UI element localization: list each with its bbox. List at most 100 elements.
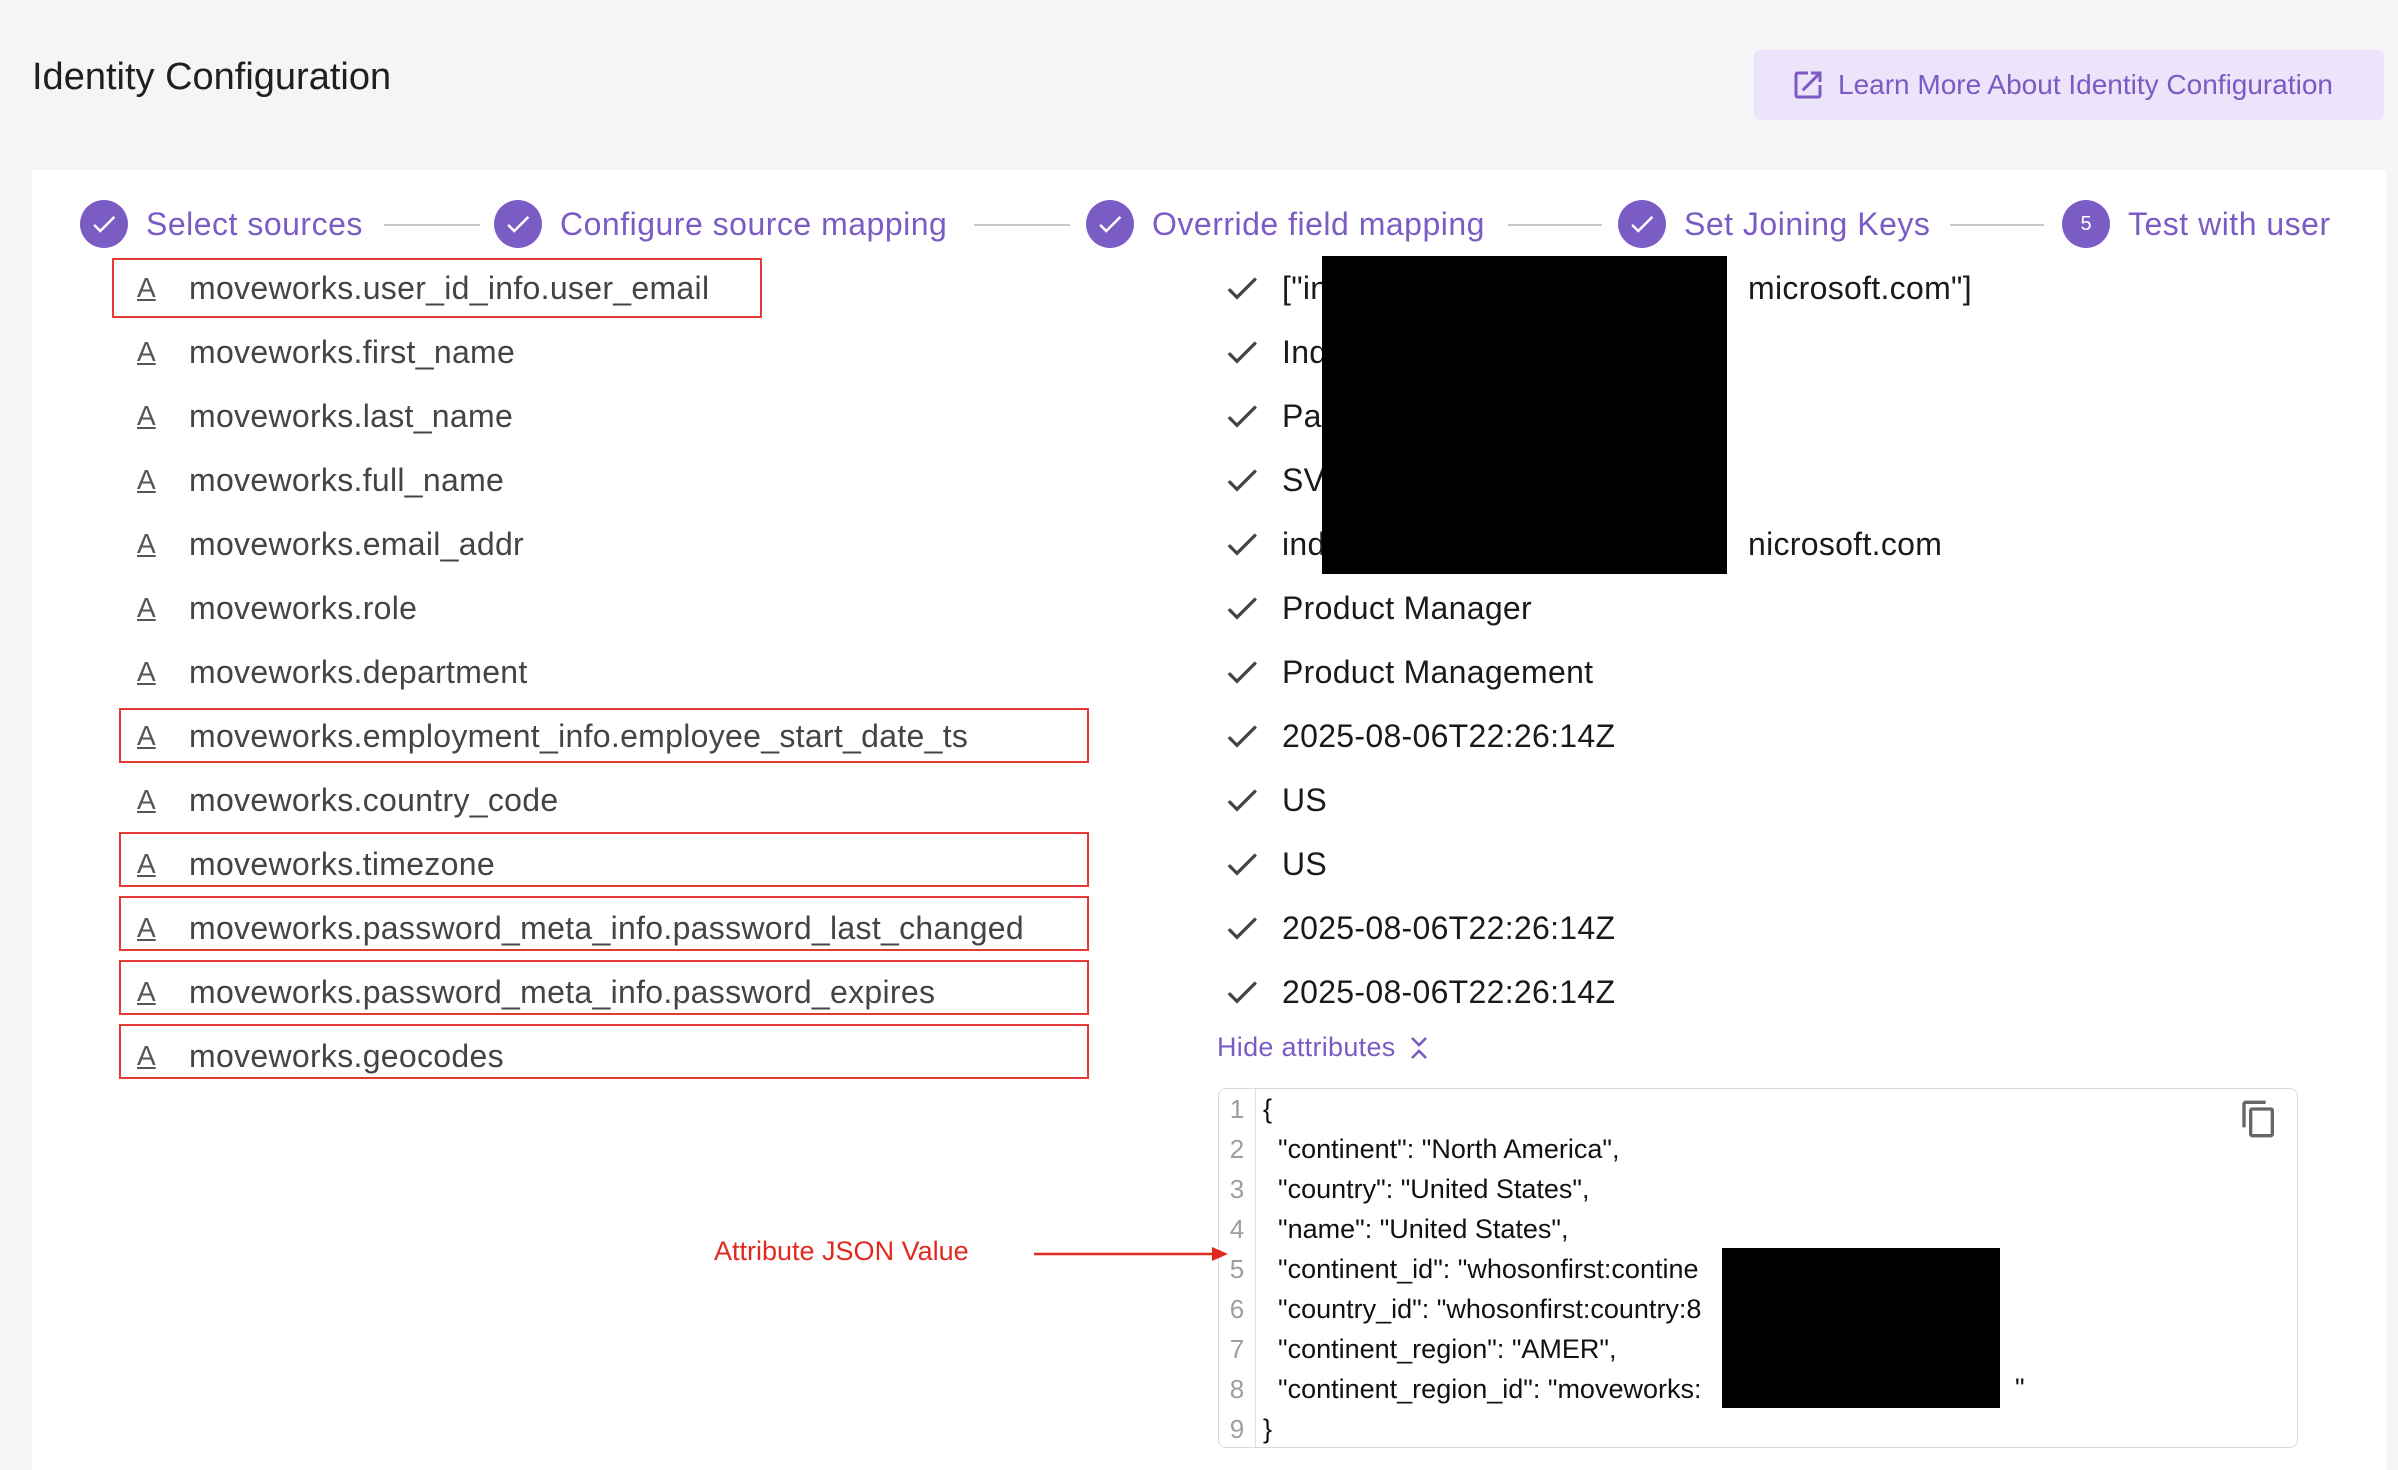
copy-icon[interactable] — [2239, 1099, 2279, 1139]
attribute-value-row: Pa — [1222, 384, 1322, 448]
code-line: 5 "continent_id": "whosonfirst:contine — [1219, 1249, 1699, 1289]
text-type-icon: A — [137, 272, 156, 303]
attribute-value-row: Product Management — [1222, 640, 1593, 704]
attribute-name: moveworks.email_addr — [189, 525, 525, 562]
step-label: Configure source mapping — [560, 205, 948, 242]
step-connector — [974, 224, 1070, 226]
code-line: 9 } — [1219, 1409, 1272, 1449]
text-type-icon: A — [137, 528, 156, 559]
attribute-name: moveworks.first_name — [189, 333, 516, 370]
attribute-row: A moveworks.employment_info.employee_sta… — [122, 704, 968, 768]
attribute-name: moveworks.geocodes — [189, 1037, 504, 1074]
code-text: "country_id": "whosonfirst:country:8 — [1263, 1293, 1702, 1324]
attribute-value-row: Ind — [1222, 320, 1327, 384]
attribute-name: moveworks.user_id_info.user_email — [189, 269, 710, 306]
check-circle-icon — [494, 200, 542, 248]
text-type-icon: A — [137, 912, 156, 943]
attribute-value: Pa — [1282, 397, 1322, 434]
attribute-name: moveworks.role — [189, 589, 418, 626]
line-number: 1 — [1229, 1093, 1245, 1124]
annotation-arrow — [1034, 1247, 1228, 1261]
redaction-block — [1722, 1248, 2000, 1408]
check-circle-icon — [80, 200, 128, 248]
line-number: 9 — [1229, 1413, 1245, 1444]
attribute-name: moveworks.department — [189, 653, 528, 690]
step-configure-source-mapping[interactable]: Configure source mapping — [494, 200, 947, 248]
attribute-value-row: SV — [1222, 448, 1325, 512]
open-external-icon — [1794, 71, 1822, 99]
attribute-row: A moveworks.password_meta_info.password_… — [122, 896, 1024, 960]
attribute-value-row: ["in — [1222, 256, 1328, 320]
collapse-icon — [1410, 1036, 1427, 1059]
step-set-joining-keys[interactable]: Set Joining Keys — [1618, 200, 1930, 248]
attribute-value: 2025-08-06T22:26:14Z — [1282, 717, 1616, 754]
check-icon — [1227, 789, 1257, 812]
step-label: Override field mapping — [1152, 205, 1485, 242]
code-text-tail: " — [2015, 1373, 2025, 1403]
attribute-value-row: 2025-08-06T22:26:14Z — [1222, 704, 1615, 768]
check-icon — [1227, 533, 1257, 556]
attribute-value: Product Management — [1282, 653, 1594, 690]
text-type-icon: A — [137, 976, 156, 1007]
text-type-icon: A — [137, 336, 156, 367]
attribute-row: A moveworks.email_addr — [122, 512, 524, 576]
step-override-field-mapping[interactable]: Override field mapping — [1086, 200, 1485, 248]
attribute-name: moveworks.full_name — [189, 461, 505, 498]
code-line: 6 "country_id": "whosonfirst:country:8 — [1219, 1289, 1702, 1329]
line-number: 2 — [1229, 1133, 1245, 1164]
line-number: 3 — [1229, 1173, 1245, 1204]
attribute-value: Ind — [1282, 333, 1328, 370]
attribute-value: 2025-08-06T22:26:14Z — [1282, 909, 1616, 946]
line-number: 4 — [1229, 1213, 1245, 1244]
check-icon — [1227, 597, 1257, 620]
code-text: "continent_region": "AMER", — [1263, 1333, 1617, 1364]
attribute-row: A moveworks.role — [122, 576, 417, 640]
attribute-value: 2025-08-06T22:26:14Z — [1282, 973, 1616, 1010]
code-line: 2 "continent": "North America", — [1219, 1129, 1620, 1169]
attribute-value-row: 2025-08-06T22:26:14Z — [1222, 960, 1615, 1024]
step-test-with-user[interactable]: 5 Test with user — [2062, 200, 2331, 248]
attribute-row: A moveworks.geocodes — [122, 1024, 504, 1088]
attribute-value-tail: nicrosoft.com — [1748, 526, 1943, 562]
attribute-name: moveworks.employment_info.employee_start… — [189, 717, 969, 754]
code-text: "continent": "North America", — [1263, 1133, 1620, 1164]
code-line: 1 { — [1219, 1089, 1272, 1129]
attribute-value-tail: microsoft.com"] — [1748, 270, 1972, 306]
attribute-value-row: 2025-08-06T22:26:14Z — [1222, 896, 1615, 960]
learn-more-button[interactable]: Learn More About Identity Configuration — [1754, 50, 2384, 120]
attribute-value: US — [1282, 781, 1328, 818]
code-line: 3 "country": "United States", — [1219, 1169, 1590, 1209]
check-icon — [1227, 277, 1257, 300]
text-type-icon: A — [137, 1040, 156, 1071]
code-text: } — [1263, 1413, 1273, 1444]
check-icon — [1227, 853, 1257, 876]
step-connector — [1508, 224, 1602, 226]
hide-attributes-toggle[interactable]: Hide attributes — [1217, 1032, 1430, 1063]
attribute-name: moveworks.password_meta_info.password_ex… — [189, 973, 936, 1010]
code-line: 4 "name": "United States", — [1219, 1209, 1569, 1249]
attribute-name: moveworks.last_name — [189, 397, 514, 434]
attribute-row: A moveworks.first_name — [122, 320, 515, 384]
check-icon — [1227, 405, 1257, 428]
check-icon — [1227, 661, 1257, 684]
attribute-value-row: Product Manager — [1222, 576, 1532, 640]
text-type-icon: A — [137, 656, 156, 687]
code-text: "name": "United States", — [1263, 1213, 1569, 1244]
check-icon — [1227, 469, 1257, 492]
content-card: Select sources Configure source mapping … — [32, 170, 2386, 1470]
attribute-value-row: ind — [1222, 512, 1326, 576]
text-type-icon: A — [137, 848, 156, 879]
attribute-row: A moveworks.timezone — [122, 832, 495, 896]
step-label: Test with user — [2128, 205, 2331, 242]
attribute-value: Product Manager — [1282, 589, 1532, 626]
line-number: 8 — [1229, 1373, 1245, 1404]
attribute-row: A moveworks.country_code — [122, 768, 558, 832]
attribute-name: moveworks.timezone — [189, 845, 495, 882]
attribute-row: A moveworks.user_id_info.user_email — [122, 256, 709, 320]
step-select-sources[interactable]: Select sources — [80, 200, 363, 248]
attribute-row: A moveworks.department — [122, 640, 528, 704]
attribute-name: moveworks.country_code — [189, 781, 559, 818]
attribute-value-row: US — [1222, 832, 1327, 896]
attribute-row: A moveworks.last_name — [122, 384, 513, 448]
check-circle-icon — [1086, 200, 1134, 248]
